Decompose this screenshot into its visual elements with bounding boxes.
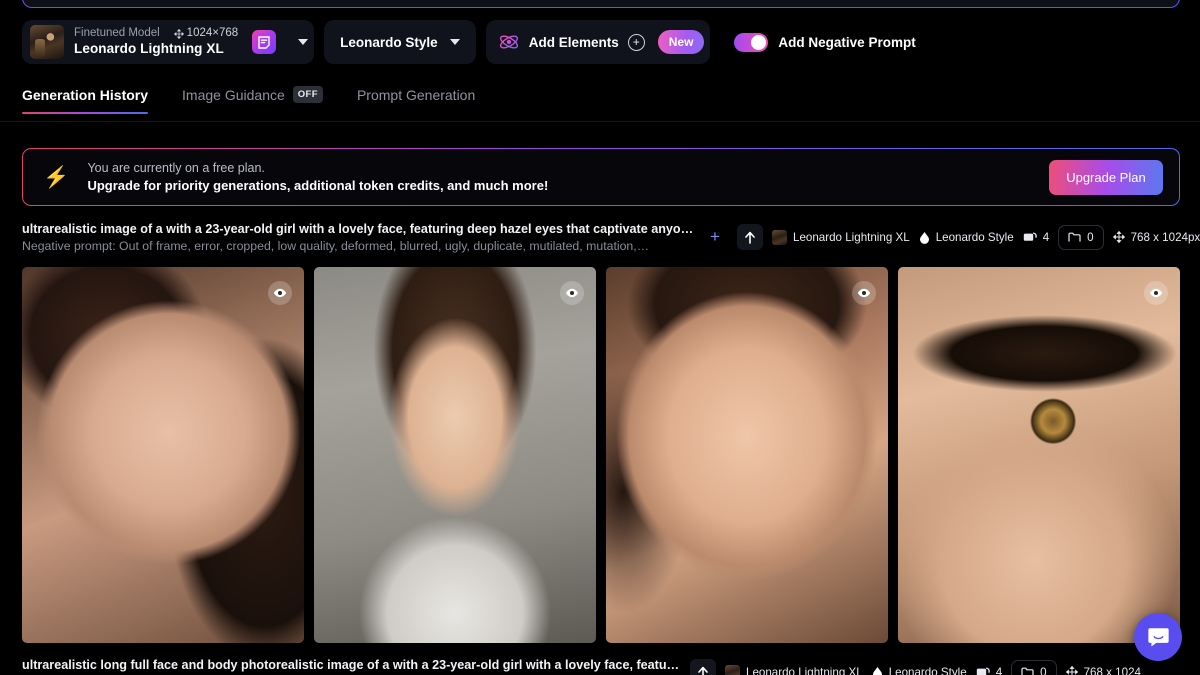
generation-toolbar: Finetuned Model 1024×768 Leonardo Lightn… xyxy=(22,20,916,64)
model-meta: Finetuned Model 1024×768 Leonardo Lightn… xyxy=(74,26,238,57)
eye-icon[interactable] xyxy=(852,281,876,305)
next-generation-meta-bar: Leonardo Lightning XL Leonardo Style 4 0… xyxy=(690,658,1141,675)
folder-icon xyxy=(1021,667,1034,675)
atom-icon xyxy=(499,35,518,49)
generated-image-1[interactable] xyxy=(22,267,304,643)
droplet-icon xyxy=(872,666,882,675)
content-tabs: Generation History Image Guidance OFF Pr… xyxy=(22,86,475,114)
meta-style-chip[interactable]: Leonardo Style xyxy=(872,666,967,675)
meta-style-chip[interactable]: Leonardo Style xyxy=(919,231,1014,244)
eye-glyph xyxy=(565,288,579,298)
images-stack-icon xyxy=(1023,232,1037,241)
eye-glyph xyxy=(273,288,287,298)
generation-meta-bar: + Leonardo Lightning XL Leonardo Style 4… xyxy=(702,222,1200,250)
tabs-divider xyxy=(0,121,1200,122)
chevron-down-icon[interactable] xyxy=(449,39,460,45)
add-elements-button[interactable]: Add Elements + New xyxy=(485,20,711,64)
meta-folder-chip[interactable]: 0 xyxy=(1011,659,1057,675)
upgrade-plan-button[interactable]: Upgrade Plan xyxy=(1049,159,1163,195)
eye-glyph xyxy=(1149,288,1163,298)
move-icon xyxy=(1065,666,1078,675)
generation-negative-prompt-text: Negative prompt: Out of frame, error, cr… xyxy=(22,239,649,253)
model-name: Leonardo Lightning XL xyxy=(74,40,224,56)
meta-model-chip[interactable]: Leonardo Lightning XL xyxy=(725,664,863,675)
meta-model-label: Leonardo Lightning XL xyxy=(746,665,863,675)
negative-prompt-label: Add Negative Prompt xyxy=(778,34,916,50)
droplet-icon xyxy=(919,231,929,244)
meta-resolution-label: 768 x 1024 xyxy=(1083,665,1141,675)
notes-gradient-icon[interactable] xyxy=(252,30,277,54)
model-thumbnail-icon xyxy=(30,25,64,59)
model-thumbnail-icon xyxy=(772,229,787,245)
tab-generation-history[interactable]: Generation History xyxy=(22,87,149,114)
arrow-up-glyph xyxy=(698,666,708,675)
arrow-up-icon[interactable] xyxy=(737,224,763,250)
upgrade-banner: ⚡ You are currently on a free plan. Upgr… xyxy=(22,148,1180,206)
prompt-input-panel[interactable] xyxy=(22,0,1180,8)
model-dimensions: 1024×768 xyxy=(173,26,239,40)
next-generation-header-row: ultrarealistic long full face and body p… xyxy=(22,658,1180,675)
eye-glyph xyxy=(857,288,871,298)
style-selector[interactable]: Leonardo Style xyxy=(324,20,476,64)
negative-prompt-toggle[interactable] xyxy=(734,32,769,52)
generation-prompts: ultrarealistic image of a with a 23-year… xyxy=(22,222,694,253)
generation-header-row: ultrarealistic image of a with a 23-year… xyxy=(22,222,1200,253)
meta-resolution-chip[interactable]: 768 x 1024 xyxy=(1065,665,1141,675)
arrow-up-glyph xyxy=(745,231,755,244)
model-kind-label: Finetuned Model xyxy=(74,27,160,40)
generated-image-2[interactable] xyxy=(314,267,596,643)
support-chat-button[interactable] xyxy=(1134,613,1182,661)
generation-prompt-text: ultrarealistic image of a with a 23-year… xyxy=(22,222,694,236)
generated-image-3[interactable] xyxy=(606,267,888,643)
folder-icon xyxy=(1068,232,1081,242)
eye-icon[interactable] xyxy=(560,281,584,305)
meta-image-count: 4 xyxy=(995,665,1003,675)
negative-prompt-toggle-group[interactable]: Add Negative Prompt xyxy=(734,32,916,52)
model-selector[interactable]: Finetuned Model 1024×768 Leonardo Lightn… xyxy=(22,20,315,64)
image-guidance-status-badge: OFF xyxy=(292,86,323,103)
meta-resolution-label: 768 x 1024px xyxy=(1130,230,1200,244)
meta-style-label: Leonardo Style xyxy=(935,230,1014,244)
new-badge: New xyxy=(657,30,705,54)
app-root: Finetuned Model 1024×768 Leonardo Lightn… xyxy=(0,0,1200,675)
banner-line-2: Upgrade for priority generations, additi… xyxy=(87,178,549,193)
meta-folder-chip[interactable]: 0 xyxy=(1058,224,1104,250)
lightning-bolt-icon: ⚡ xyxy=(43,165,70,189)
tab-label: Image Guidance xyxy=(182,86,285,103)
meta-style-label: Leonardo Style xyxy=(888,665,967,675)
generated-image-4[interactable] xyxy=(898,267,1180,643)
toggle-knob xyxy=(751,34,767,50)
tab-label: Generation History xyxy=(22,87,149,103)
meta-image-count-chip[interactable]: 4 xyxy=(976,666,1002,675)
generation-image-grid xyxy=(22,267,1180,643)
model-dimensions-text: 1024×768 xyxy=(186,27,239,40)
model-thumbnail-icon xyxy=(725,664,740,675)
eye-icon[interactable] xyxy=(268,281,292,305)
meta-model-label: Leonardo Lightning XL xyxy=(793,230,910,244)
images-stack-icon xyxy=(976,667,990,675)
tab-image-guidance[interactable]: Image Guidance OFF xyxy=(182,86,323,114)
meta-model-chip[interactable]: Leonardo Lightning XL xyxy=(772,229,910,245)
chevron-down-icon[interactable] xyxy=(298,39,309,45)
document-glyph-icon xyxy=(258,35,270,49)
move-icon xyxy=(1112,231,1125,243)
eye-icon[interactable] xyxy=(1144,281,1168,305)
style-label: Leonardo Style xyxy=(340,34,438,50)
meta-folder-count: 0 xyxy=(1087,230,1094,244)
move-icon xyxy=(173,28,184,39)
banner-line-1: You are currently on a free plan. xyxy=(87,161,265,175)
meta-folder-count: 0 xyxy=(1040,665,1047,675)
chat-bubble-icon xyxy=(1147,628,1169,647)
plus-icon[interactable]: + xyxy=(702,224,728,250)
meta-image-count-chip[interactable]: 4 xyxy=(1023,231,1049,244)
meta-image-count: 4 xyxy=(1042,230,1050,244)
tab-label: Prompt Generation xyxy=(356,87,476,103)
next-generation-prompt-text: ultrarealistic long full face and body p… xyxy=(22,658,682,672)
add-elements-label: Add Elements xyxy=(528,34,619,50)
tab-prompt-generation[interactable]: Prompt Generation xyxy=(357,87,475,114)
plus-circle-icon[interactable]: + xyxy=(627,33,645,51)
arrow-up-icon[interactable] xyxy=(690,659,716,675)
meta-resolution-chip[interactable]: 768 x 1024px xyxy=(1112,230,1200,244)
